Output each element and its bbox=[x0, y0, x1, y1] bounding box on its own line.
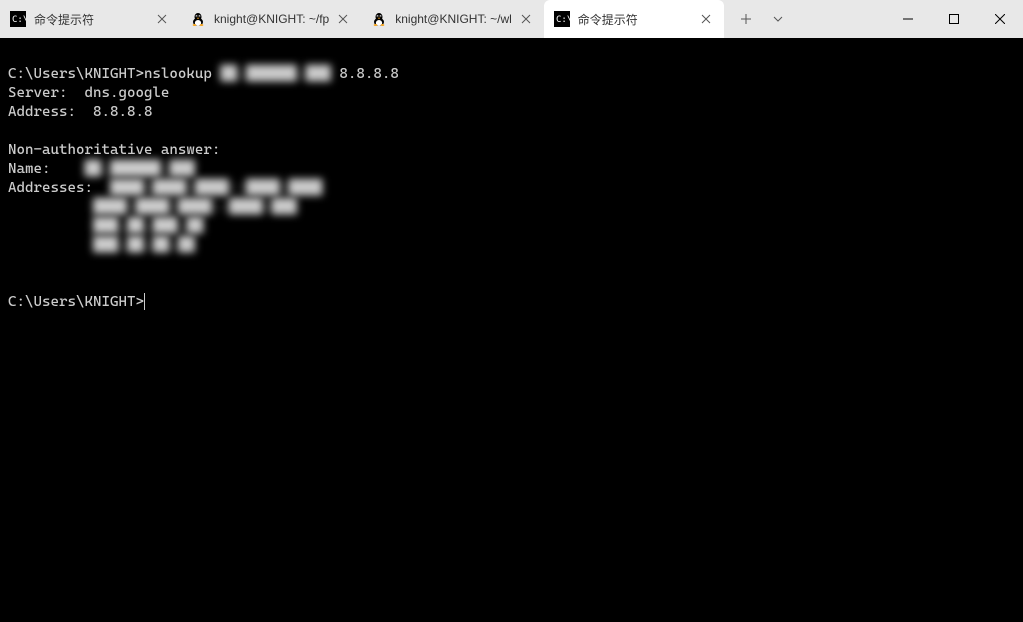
pad bbox=[8, 218, 93, 234]
tux-icon bbox=[371, 11, 387, 27]
redacted-address-1: ████:████:████::████:████ bbox=[110, 179, 322, 198]
tab-linux-1[interactable]: knight@KNIGHT: ~/fp bbox=[180, 0, 361, 38]
close-icon[interactable] bbox=[518, 11, 534, 27]
tab-title: 命令提示符 bbox=[578, 11, 692, 28]
svg-text:C:\: C:\ bbox=[12, 15, 26, 25]
close-icon[interactable] bbox=[698, 11, 714, 27]
svg-text:C:\: C:\ bbox=[556, 15, 570, 25]
address-line: Address: 8.8.8.8 bbox=[8, 104, 152, 120]
tab-linux-2[interactable]: knight@KNIGHT: ~/wl bbox=[361, 0, 544, 38]
redacted-name: ██.██████.███ bbox=[84, 160, 194, 179]
name-label: Name: bbox=[8, 161, 84, 177]
redacted-address-2: ████:████:████::████:███ bbox=[93, 198, 297, 217]
tab-dropdown-button[interactable] bbox=[762, 3, 794, 35]
dns-server-arg: 8.8.8.8 bbox=[331, 66, 399, 82]
maximize-button[interactable] bbox=[931, 0, 977, 38]
titlebar: C:\ 命令提示符 knight@KNIGHT: ~/fp knight@KNI… bbox=[0, 0, 1023, 38]
window-controls bbox=[885, 0, 1023, 38]
terminal-output[interactable]: C:\Users\KNIGHT>nslookup ██.██████.███ 8… bbox=[0, 38, 1023, 622]
tab-cmd-2-active[interactable]: C:\ 命令提示符 bbox=[544, 0, 724, 38]
minimize-button[interactable] bbox=[885, 0, 931, 38]
redacted-address-4: ███.██.██.██ bbox=[93, 236, 195, 255]
cmd-icon: C:\ bbox=[554, 11, 570, 27]
tab-title: 命令提示符 bbox=[34, 11, 148, 28]
tux-icon bbox=[190, 11, 206, 27]
server-line: Server: dns.google bbox=[8, 85, 169, 101]
prompt-line: C:\Users\KNIGHT>nslookup bbox=[8, 66, 220, 82]
redacted-hostname: ██.██████.███ bbox=[220, 65, 330, 84]
close-icon[interactable] bbox=[154, 11, 170, 27]
pad bbox=[8, 237, 93, 253]
tab-actions bbox=[724, 0, 800, 38]
non-authoritative-label: Non-authoritative answer: bbox=[8, 142, 220, 158]
cursor bbox=[144, 293, 145, 310]
tab-title: knight@KNIGHT: ~/wl bbox=[395, 12, 512, 26]
cmd-icon: C:\ bbox=[10, 11, 26, 27]
tab-cmd-1[interactable]: C:\ 命令提示符 bbox=[0, 0, 180, 38]
tabs-container: C:\ 命令提示符 knight@KNIGHT: ~/fp knight@KNI… bbox=[0, 0, 885, 38]
tab-title: knight@KNIGHT: ~/fp bbox=[214, 12, 329, 26]
prompt-line: C:\Users\KNIGHT> bbox=[8, 294, 144, 310]
redacted-address-3: ███.██.███.██ bbox=[93, 217, 203, 236]
addresses-label: Addresses: bbox=[8, 180, 110, 196]
close-icon[interactable] bbox=[335, 11, 351, 27]
new-tab-button[interactable] bbox=[730, 3, 762, 35]
pad bbox=[8, 199, 93, 215]
close-window-button[interactable] bbox=[977, 0, 1023, 38]
